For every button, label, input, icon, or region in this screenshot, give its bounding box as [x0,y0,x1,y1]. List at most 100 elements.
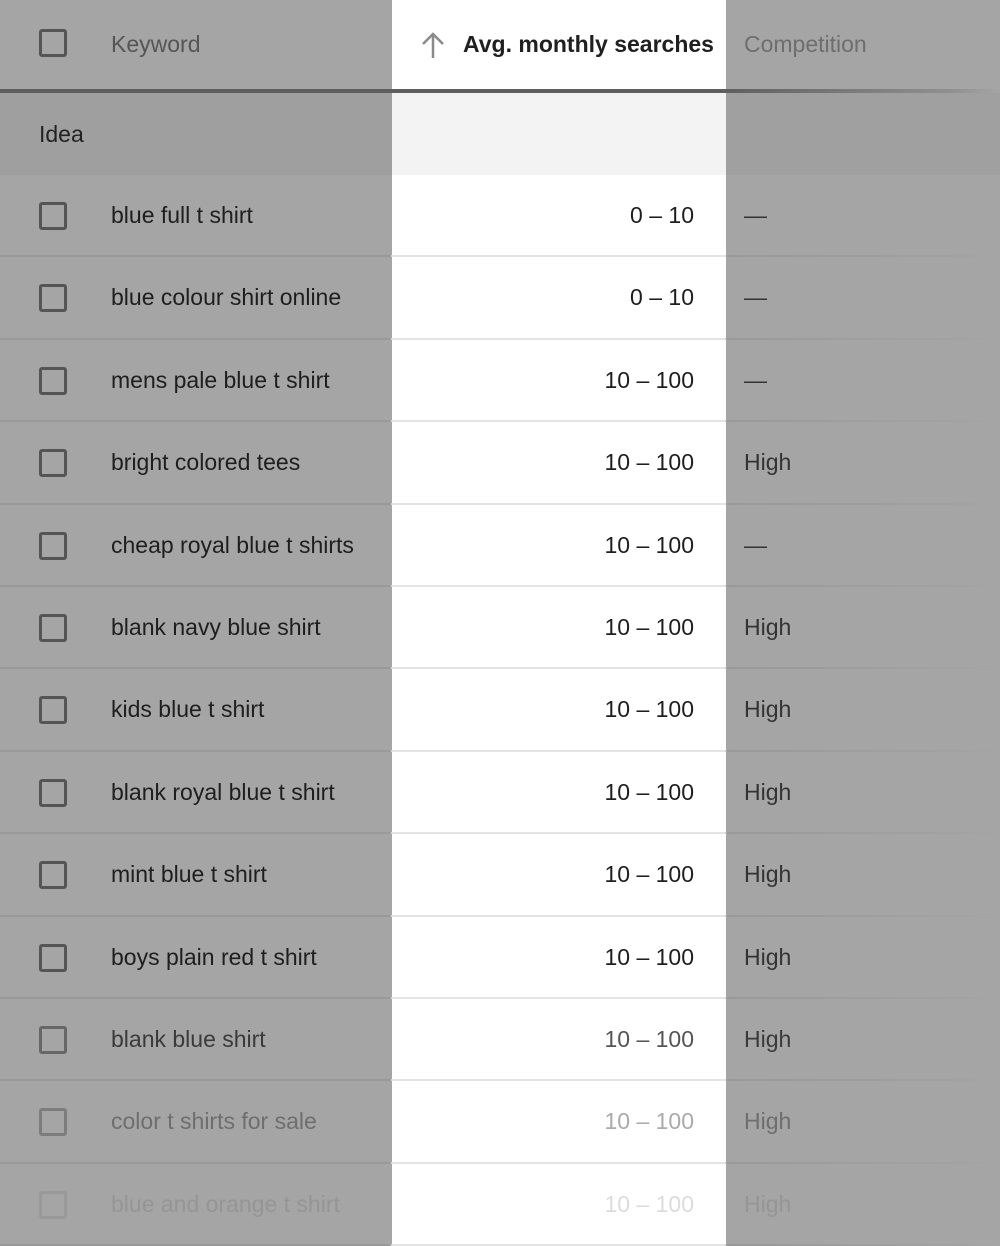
avg-searches-column-header[interactable]: Avg. monthly searches [392,0,726,90]
table-row[interactable]: kids blue t shirt 10 – 100 High [0,669,1000,752]
row-checkbox[interactable] [39,696,67,725]
competition-value: High [744,861,792,888]
table-row[interactable]: bright colored tees 10 – 100 High [0,422,1000,505]
row-checkbox[interactable] [39,366,67,395]
keyword-text: kids blue t shirt [111,696,265,723]
avg-searches-cell: 10 – 100 [392,751,726,835]
table-row[interactable]: blue full t shirt 0 – 10 — [0,175,1000,258]
keyword-text: blue and orange t shirt [111,1190,340,1217]
table-row[interactable]: blue colour shirt online 0 – 10 — [0,257,1000,340]
table-row[interactable]: mens pale blue t shirt 10 – 100 — [0,339,1000,423]
table-row[interactable]: blank blue shirt 10 – 100 High [0,998,1000,1082]
avg-searches-value: 10 – 100 [604,613,694,640]
avg-searches-value: 10 – 100 [604,778,694,805]
competition-column-header: Competition [726,0,1000,90]
keyword-cell: blank royal blue t shirt [0,751,392,835]
competition-value: High [744,1190,792,1217]
avg-searches-value: 10 – 100 [604,449,694,476]
keyword-text: blank blue shirt [111,1025,266,1052]
table-row[interactable]: blank royal blue t shirt 10 – 100 High [0,751,1000,835]
group-row-avg-cell [392,93,726,175]
competition-value: High [744,613,792,640]
table-header: Keyword Avg. monthly searches Competitio… [0,0,1000,93]
row-checkbox[interactable] [39,778,67,807]
keyword-cell: blue full t shirt [0,175,392,258]
avg-searches-value: 10 – 100 [604,1108,694,1135]
keyword-cell: color t shirts for sale [0,1081,392,1164]
keyword-cell: blue colour shirt online [0,257,392,340]
competition-cell: — [726,175,1000,258]
avg-searches-cell: 0 – 10 [392,257,726,340]
avg-searches-value: 10 – 100 [604,366,694,393]
competition-cell: High [726,1163,1000,1246]
group-row: Idea [0,93,1000,175]
keyword-text: blue colour shirt online [111,284,342,311]
group-row-competition-cell [726,93,1000,175]
keyword-cell: mens pale blue t shirt [0,339,392,423]
avg-searches-cell: 10 – 100 [392,1163,726,1246]
avg-searches-value: 0 – 10 [630,284,694,311]
competition-cell: High [726,586,1000,670]
table-row[interactable]: blank navy blue shirt 10 – 100 High [0,586,1000,670]
keyword-text: bright colored tees [111,449,301,476]
row-checkbox[interactable] [39,613,67,642]
table-row[interactable]: color t shirts for sale 10 – 100 High [0,1081,1000,1164]
competition-cell: High [726,669,1000,752]
avg-searches-header-label[interactable]: Avg. monthly searches [463,31,714,58]
keyword-cell: blank blue shirt [0,998,392,1082]
group-row-keyword-cell: Idea [0,93,392,175]
competition-value: — [744,202,767,228]
avg-searches-cell: 10 – 100 [392,339,726,423]
avg-searches-cell: 10 – 100 [392,1081,726,1164]
competition-value: High [744,1025,792,1052]
table-body: blue full t shirt 0 – 10 — blue colour s… [0,175,1000,1246]
competition-value: High [744,778,792,805]
avg-searches-cell: 10 – 100 [392,669,726,752]
keyword-text: blank royal blue t shirt [111,778,335,805]
keyword-header-label[interactable]: Keyword [111,31,200,58]
competition-cell: High [726,998,1000,1082]
keyword-cell: cheap royal blue t shirts [0,504,392,587]
row-checkbox[interactable] [39,284,67,313]
row-checkbox[interactable] [39,943,67,972]
row-checkbox[interactable] [39,861,67,890]
avg-searches-value: 10 – 100 [604,1025,694,1052]
row-checkbox[interactable] [39,531,67,560]
competition-cell: — [726,339,1000,423]
row-checkbox[interactable] [39,1190,67,1219]
keyword-column-header: Keyword [0,0,392,90]
avg-searches-cell: 10 – 100 [392,998,726,1082]
row-checkbox[interactable] [39,1025,67,1054]
keyword-text: blue full t shirt [111,202,253,228]
row-checkbox[interactable] [39,1108,67,1137]
avg-searches-value: 10 – 100 [604,943,694,970]
avg-searches-value: 10 – 100 [604,531,694,558]
competition-cell: High [726,751,1000,835]
arrow-up-icon[interactable] [420,30,446,60]
competition-value: — [744,366,767,393]
group-label: Idea [39,121,84,147]
row-checkbox[interactable] [39,449,67,478]
competition-value: High [744,1108,792,1135]
avg-searches-cell: 10 – 100 [392,834,726,917]
competition-cell: High [726,834,1000,917]
avg-searches-value: 10 – 100 [604,861,694,888]
select-all-checkbox[interactable] [39,29,67,57]
competition-cell: — [726,504,1000,587]
competition-value: High [744,449,792,476]
avg-searches-cell: 0 – 10 [392,175,726,258]
table-row[interactable]: mint blue t shirt 10 – 100 High [0,834,1000,917]
keyword-ideas-table: Keyword Avg. monthly searches Competitio… [0,0,1000,1246]
competition-header-label[interactable]: Competition [744,31,867,58]
row-checkbox[interactable] [39,202,67,230]
keyword-text: mint blue t shirt [111,861,267,888]
competition-value: — [744,531,767,558]
avg-searches-value: 10 – 100 [604,1190,694,1217]
keyword-text: color t shirts for sale [111,1108,317,1135]
keyword-cell: mint blue t shirt [0,834,392,917]
table-row[interactable]: boys plain red t shirt 10 – 100 High [0,916,1000,999]
table-row[interactable]: blue and orange t shirt 10 – 100 High [0,1163,1000,1246]
avg-searches-cell: 10 – 100 [392,504,726,587]
keyword-text: cheap royal blue t shirts [111,531,354,558]
table-row[interactable]: cheap royal blue t shirts 10 – 100 — [0,504,1000,587]
